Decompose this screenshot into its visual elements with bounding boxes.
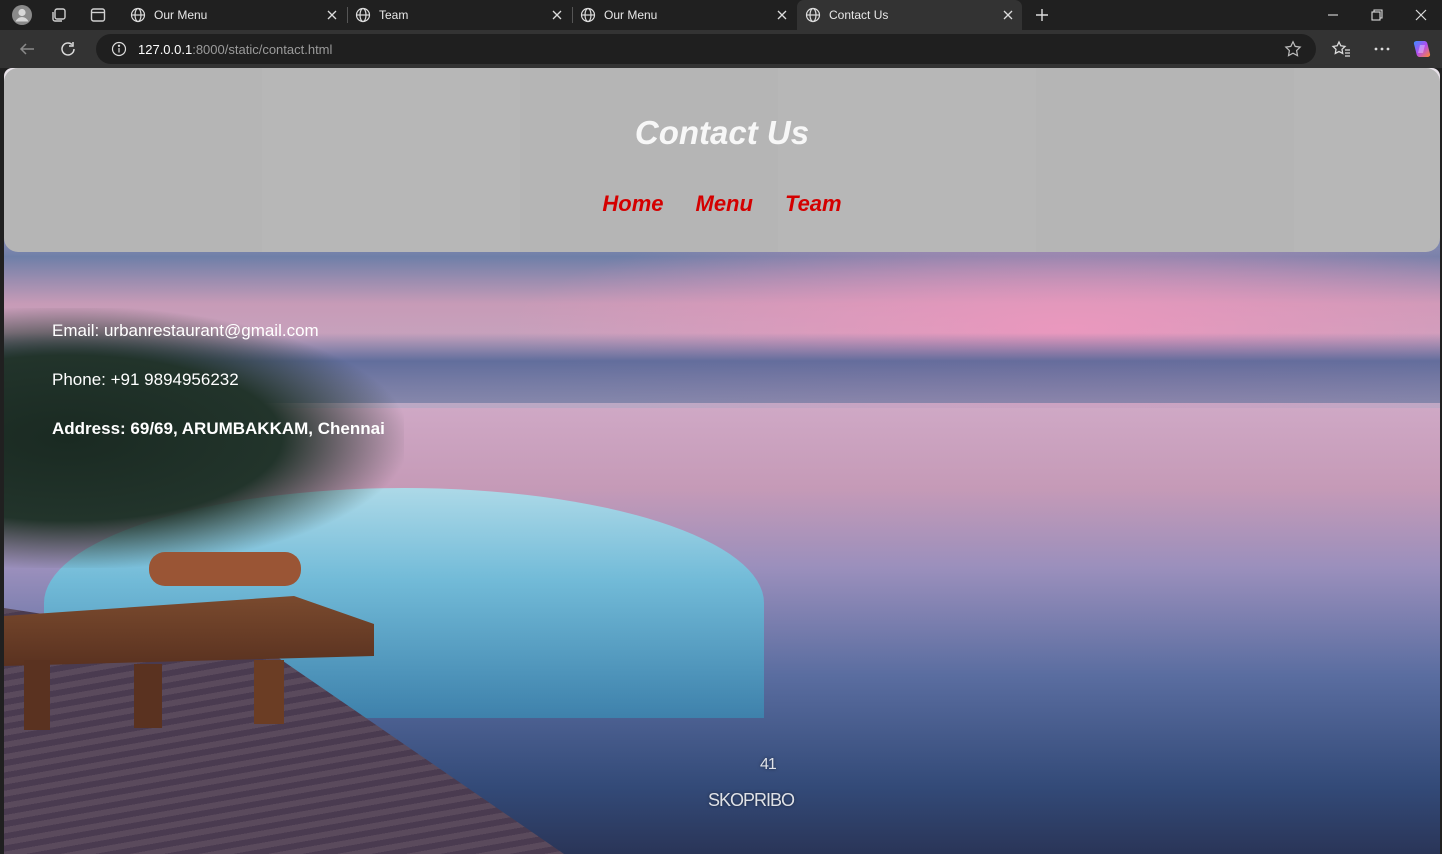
tab-actions-icon[interactable] xyxy=(87,4,109,26)
refresh-icon[interactable] xyxy=(55,37,81,61)
favorites-icon[interactable] xyxy=(1328,37,1354,61)
url-host: 127.0.0.1 xyxy=(138,41,193,57)
copilot-icon[interactable] xyxy=(1409,37,1435,61)
nav-link-team[interactable]: Team xyxy=(785,191,842,217)
nav-link-home[interactable]: Home xyxy=(602,191,663,217)
globe-icon xyxy=(580,7,596,23)
close-icon[interactable] xyxy=(324,7,340,23)
url-field[interactable]: 127.0.0.1:8000/static/contact.html xyxy=(96,34,1316,64)
site-nav: Home Menu Team xyxy=(4,191,1440,217)
globe-icon xyxy=(130,7,146,23)
url-text: 127.0.0.1:8000/static/contact.html xyxy=(138,42,332,57)
watermark-line-2: SKOPRIBO xyxy=(708,790,795,810)
minimize-icon[interactable] xyxy=(1312,0,1354,30)
address-bar-row: 127.0.0.1:8000/static/contact.html xyxy=(0,30,1442,68)
tab-strip: Our Menu Team Our Menu Contact Us xyxy=(0,0,1442,30)
close-icon[interactable] xyxy=(1000,7,1016,23)
site-header: Contact Us Home Menu Team xyxy=(4,68,1440,252)
tab-team[interactable]: Team xyxy=(347,0,571,30)
close-icon[interactable] xyxy=(774,7,790,23)
contact-email: Email: urbanrestaurant@gmail.com xyxy=(52,321,319,340)
info-icon[interactable] xyxy=(110,40,128,58)
tab-our-menu-1[interactable]: Our Menu xyxy=(122,0,346,30)
plus-icon[interactable] xyxy=(1031,4,1053,26)
restore-icon[interactable] xyxy=(1356,0,1398,30)
more-icon[interactable] xyxy=(1369,37,1395,61)
lounger-leg xyxy=(134,664,162,728)
globe-icon xyxy=(355,7,371,23)
image-watermark: 41 SKOPRIBO xyxy=(708,756,795,811)
tab-label: Team xyxy=(379,8,409,22)
page-viewport: 41 SKOPRIBO Contact Us Home Menu Team Em… xyxy=(4,68,1440,854)
tab-label: Our Menu xyxy=(154,8,208,22)
workspaces-icon[interactable] xyxy=(48,4,70,26)
profile-avatar-icon[interactable] xyxy=(11,4,33,26)
contact-address: Address: 69/69, ARUMBAKKAM, Chennai xyxy=(52,419,385,438)
contact-phone: Phone: +91 9894956232 xyxy=(52,370,239,389)
tab-contact-us[interactable]: Contact Us xyxy=(797,0,1022,30)
lounger-leg xyxy=(254,660,284,724)
url-path: :8000/static/contact.html xyxy=(192,41,333,57)
back-arrow-icon[interactable] xyxy=(14,37,40,61)
tab-our-menu-2[interactable]: Our Menu xyxy=(572,0,796,30)
tab-label: Our Menu xyxy=(604,8,658,22)
close-icon[interactable] xyxy=(549,7,565,23)
globe-icon xyxy=(805,7,821,23)
contact-details: Email: urbanrestaurant@gmail.com Phone: … xyxy=(52,321,385,468)
star-icon[interactable] xyxy=(1284,40,1302,58)
lounger-cushion xyxy=(149,552,301,586)
page-title: Contact Us xyxy=(634,114,810,151)
lounger-leg xyxy=(24,660,50,730)
nav-link-menu[interactable]: Menu xyxy=(696,191,753,217)
close-window-icon[interactable] xyxy=(1400,0,1442,30)
watermark-line-1: 41 xyxy=(760,756,777,773)
tab-label: Contact Us xyxy=(829,8,889,22)
